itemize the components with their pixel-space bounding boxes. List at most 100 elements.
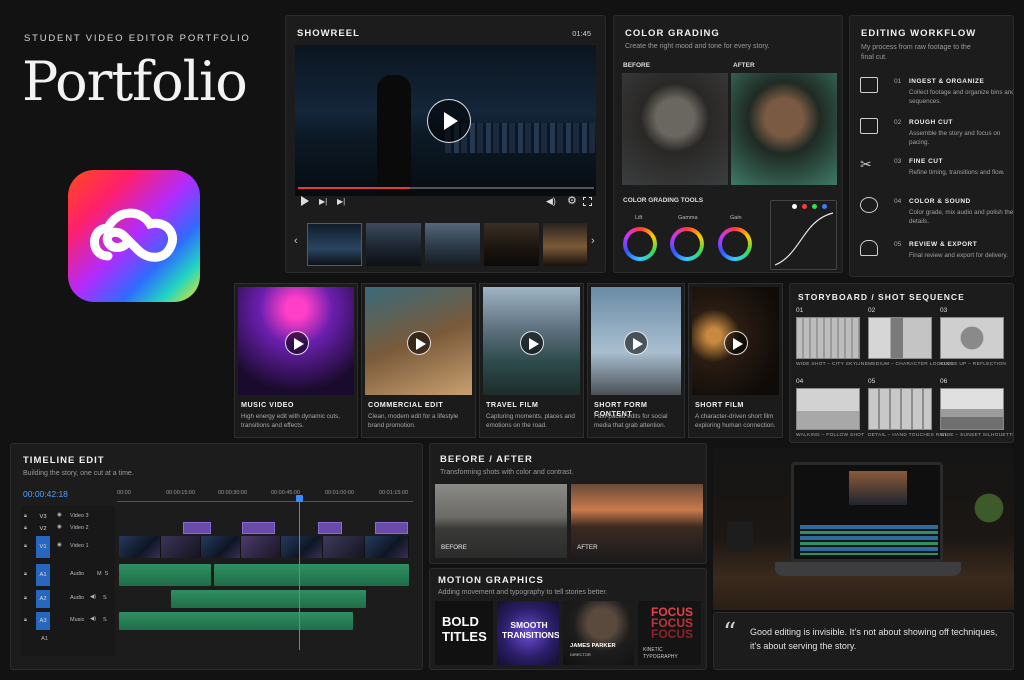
track-a2[interactable]: 🔒︎ A2 Audio ◀) S xyxy=(20,590,112,608)
lock-icon[interactable]: 🔒︎ xyxy=(24,571,27,578)
gain-wheel[interactable] xyxy=(718,227,752,261)
thumbs-prev-icon[interactable]: ‹ xyxy=(294,235,298,247)
storyboard-shot[interactable]: 03 CLOSE UP – REFLECTION xyxy=(940,307,1006,367)
audio-clip-a2[interactable] xyxy=(171,590,366,608)
shot-caption: WIDE – SUNSET SILHOUETTE xyxy=(940,433,1014,438)
clip-v2[interactable] xyxy=(318,522,342,534)
clip-v2[interactable] xyxy=(375,522,408,534)
laptop-base xyxy=(775,562,961,576)
workflow-title: EDITING WORKFLOW xyxy=(861,28,977,39)
lock-icon[interactable]: 🔒︎ xyxy=(24,543,27,550)
track-a3[interactable]: 🔒︎ A3 Music ◀) S xyxy=(20,612,112,630)
project-card-commercial[interactable]: COMMERCIAL EDIT Clean, modern edit for a… xyxy=(361,283,476,438)
track-v2[interactable]: 🔒︎ V2 ◉ Video 2 xyxy=(20,522,112,536)
clip-v1[interactable] xyxy=(281,536,323,558)
shot-sketch xyxy=(796,388,860,430)
timeline-footer-tag[interactable]: A1 xyxy=(41,636,48,642)
clip-v1[interactable] xyxy=(119,536,161,558)
tile-kinetic-typography[interactable]: FOCUS FOCUS FOCUS KINETIC TYPOGRAPHY xyxy=(638,601,701,665)
shot-caption: DETAIL – HAND TOUCHES RAIL xyxy=(868,433,948,438)
clip-v2[interactable] xyxy=(183,522,211,534)
audio-clip-a1[interactable] xyxy=(214,564,409,586)
project-desc: A character-driven short film exploring … xyxy=(695,413,776,430)
play-button[interactable] xyxy=(427,99,471,143)
play-control-icon[interactable] xyxy=(301,196,309,206)
track-tag: A3 xyxy=(36,612,50,630)
project-title: SHORT FILM xyxy=(695,400,744,409)
track-a1[interactable]: 🔒︎ A1 Audio M S xyxy=(20,564,112,586)
lift-wheel[interactable] xyxy=(623,227,657,261)
play-button[interactable] xyxy=(624,331,648,355)
storyboard-shot[interactable]: 04 WALKING – FOLLOW SHOT xyxy=(796,378,864,438)
clip-v1[interactable] xyxy=(323,536,365,558)
speaker-icon[interactable]: ◀) xyxy=(90,616,96,622)
folder-icon xyxy=(860,77,878,93)
play-button[interactable] xyxy=(724,331,748,355)
next-frame-icon[interactable]: ▶| xyxy=(319,197,327,206)
playhead[interactable] xyxy=(299,495,300,650)
volume-icon[interactable]: ◀) xyxy=(546,196,556,207)
speaker-icon[interactable]: ◀) xyxy=(90,594,96,600)
fullscreen-icon[interactable] xyxy=(583,197,592,206)
track-v1[interactable]: 🔒︎ V1 ◉ Video 1 xyxy=(20,536,112,558)
thumbs-next-icon[interactable]: › xyxy=(591,235,595,247)
project-card-travel[interactable]: TRAVEL FILM Capturing moments, places an… xyxy=(479,283,584,438)
track-tag: V2 xyxy=(39,526,47,532)
showreel-thumb[interactable] xyxy=(366,223,421,266)
clip-v2[interactable] xyxy=(242,522,275,534)
eye-icon[interactable]: ◉ xyxy=(57,524,62,530)
clip-v1[interactable] xyxy=(365,536,409,558)
showreel-title: SHOWREEL xyxy=(297,28,360,39)
project-card-music-video[interactable]: MUSIC VIDEO High energy edit with dynami… xyxy=(234,283,358,438)
showreel-thumb[interactable] xyxy=(484,223,539,266)
clip-v1[interactable] xyxy=(241,536,281,558)
clip-v1[interactable] xyxy=(161,536,201,558)
shot-caption: MEDIUM – CHARACTER LOOKING xyxy=(868,362,954,367)
curves-box[interactable] xyxy=(770,200,837,270)
storyboard-shot[interactable]: 06 WIDE – SUNSET SILHOUETTE xyxy=(940,378,1014,438)
gamma-wheel[interactable] xyxy=(670,227,704,261)
step-desc: Assemble the story and focus on pacing. xyxy=(909,130,1001,147)
play-button[interactable] xyxy=(407,331,431,355)
track-flags[interactable]: M S xyxy=(97,571,108,577)
lock-icon[interactable]: 🔒︎ xyxy=(24,525,27,532)
showreel-thumb[interactable] xyxy=(307,223,362,266)
play-button[interactable] xyxy=(520,331,544,355)
storyboard-shot[interactable]: 01 WIDE SHOT – CITY SKYLINE xyxy=(796,307,868,367)
skip-icon[interactable]: ▶| xyxy=(337,197,345,206)
project-card-short-film[interactable]: SHORT FILM A character-driven short film… xyxy=(688,283,783,438)
clip-v1[interactable] xyxy=(201,536,241,558)
audio-clip-a1[interactable] xyxy=(119,564,211,586)
lock-icon[interactable]: 🔒︎ xyxy=(24,595,27,602)
timecode[interactable]: 00:00:42:18 xyxy=(23,489,68,499)
lock-icon[interactable]: 🔒︎ xyxy=(24,513,27,520)
step-number: 05 xyxy=(894,241,902,248)
track-tag: A1 xyxy=(36,564,50,586)
project-card-short-form[interactable]: SHORT FORM CONTENT Fast-paced edits for … xyxy=(587,283,685,438)
tile-smooth-transitions[interactable]: SMOOTH TRANSITIONS xyxy=(497,601,559,665)
showreel-video[interactable] xyxy=(295,45,596,196)
play-button[interactable] xyxy=(285,331,309,355)
eye-icon[interactable]: ◉ xyxy=(57,542,62,548)
settings-gear-icon[interactable]: ⚙ xyxy=(567,194,577,207)
creative-cloud-icon[interactable] xyxy=(68,170,200,302)
showreel-thumb[interactable] xyxy=(543,223,587,266)
eye-icon[interactable]: ◉ xyxy=(57,512,62,518)
shot-sketch xyxy=(940,388,1004,430)
audio-clip-a3[interactable] xyxy=(119,612,353,630)
track-flags[interactable]: S xyxy=(103,595,107,601)
motion-title: MOTION GRAPHICS xyxy=(438,575,544,586)
playhead-handle[interactable] xyxy=(296,495,303,502)
wheel-label-lift: Lift xyxy=(635,215,643,221)
showreel-thumb[interactable] xyxy=(425,223,480,266)
storyboard-shot[interactable]: 02 MEDIUM – CHARACTER LOOKING xyxy=(868,307,954,367)
tile-bold-titles[interactable]: BOLD TITLES xyxy=(435,601,493,665)
storyboard-shot[interactable]: 05 DETAIL – HAND TOUCHES RAIL xyxy=(868,378,948,438)
project-desc: Clean, modern edit for a lifestyle brand… xyxy=(368,413,459,430)
seek-bar[interactable] xyxy=(298,187,594,189)
step-desc: Color grade, mix audio and polish the de… xyxy=(909,209,1014,226)
lock-icon[interactable]: 🔒︎ xyxy=(24,617,27,624)
track-flags[interactable]: S xyxy=(103,617,107,623)
tile-lower-third[interactable]: JAMES PARKER DIRECTOR xyxy=(563,601,634,665)
step-number: 02 xyxy=(894,119,902,126)
